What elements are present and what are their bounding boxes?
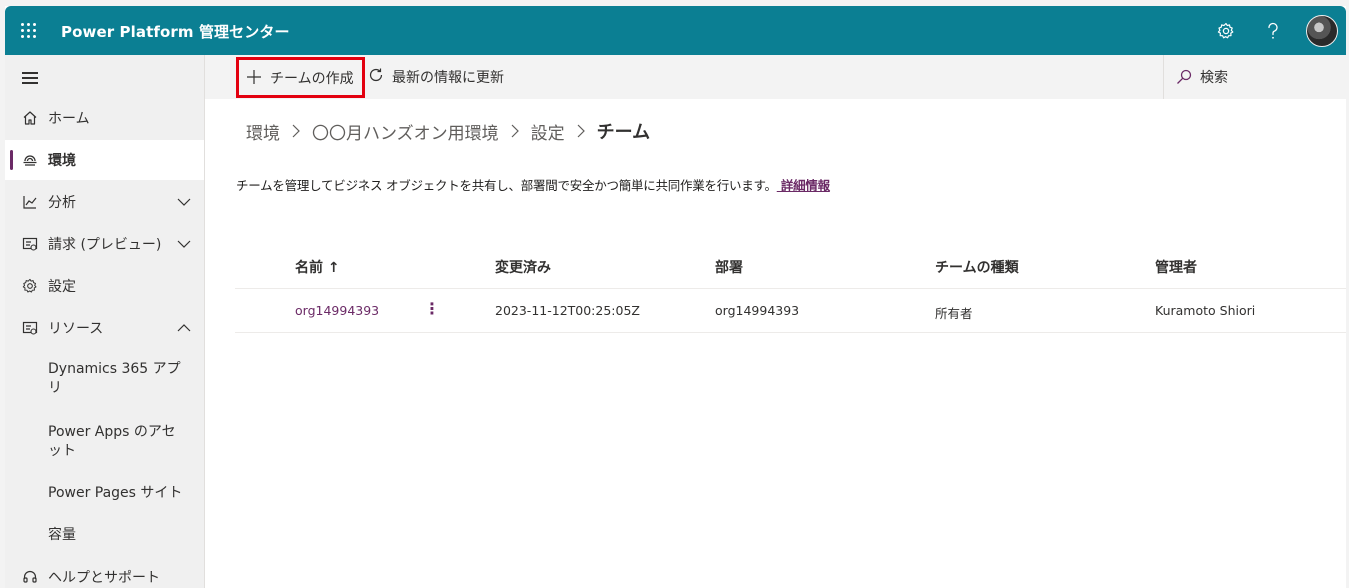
sidebar: ホーム 環境 分析 請求 (プレビュー) 設定 リソース Dynamics 36… (5, 55, 205, 588)
page-description: チームを管理してビジネス オブジェクトを共有し、部署間で安全かつ簡単に共同作業を… (236, 175, 830, 194)
sidebar-subitem-capacity[interactable]: 容量 (48, 526, 188, 545)
resources-icon (21, 319, 39, 337)
user-avatar[interactable] (1306, 15, 1338, 47)
gear-icon (21, 277, 39, 295)
sidebar-item-billing[interactable]: 請求 (プレビュー) (5, 224, 204, 264)
refresh-icon (368, 67, 384, 87)
page-title: チーム (596, 122, 651, 143)
cell-administrator: Kuramoto Shiori (1155, 303, 1256, 318)
home-icon (21, 109, 39, 127)
app-title[interactable]: Power Platform 管理センター (61, 21, 290, 42)
environment-icon (21, 151, 39, 169)
sidebar-item-label: 請求 (プレビュー) (48, 237, 162, 253)
billing-icon (21, 235, 39, 253)
column-header-team-type[interactable]: チームの種類 (935, 257, 1019, 277)
sidebar-item-label: リソース (48, 321, 104, 337)
chevron-right-icon (576, 124, 586, 138)
sidebar-item-resources[interactable]: リソース (5, 308, 204, 348)
analytics-icon (21, 193, 39, 211)
sidebar-item-home[interactable]: ホーム (5, 98, 204, 138)
search-label: 検索 (1200, 70, 1228, 86)
refresh-button[interactable]: 最新の情報に更新 (368, 55, 504, 99)
column-header-modified[interactable]: 変更済み (495, 257, 551, 277)
sidebar-item-label: 環境 (48, 153, 76, 169)
search-box[interactable]: 検索 (1163, 55, 1346, 99)
sidebar-item-label: ヘルプとサポート (48, 570, 160, 586)
sidebar-item-label: ホーム (48, 111, 90, 127)
breadcrumb-environment-name[interactable]: 〇〇月ハンズオン用環境 (312, 119, 499, 144)
sidebar-item-help-support[interactable]: ヘルプとサポート (5, 557, 204, 588)
command-bar: チームの作成 最新の情報に更新 検索 (205, 55, 1346, 99)
cell-business-unit: org14994393 (715, 303, 800, 318)
teams-table: 名前 ↑ 変更済み 部署 チームの種類 管理者 org14994393 ⋮ 20… (235, 245, 1346, 333)
gear-icon[interactable] (1214, 19, 1238, 43)
plus-icon (246, 69, 262, 85)
breadcrumb-settings[interactable]: 設定 (531, 119, 565, 144)
column-header-administrator[interactable]: 管理者 (1155, 257, 1197, 277)
cell-modified: 2023-11-12T00:25:05Z (495, 303, 640, 318)
app-header: Power Platform 管理センター (5, 6, 1346, 55)
chevron-down-icon[interactable] (177, 237, 191, 251)
sidebar-item-analytics[interactable]: 分析 (5, 182, 204, 222)
more-options-icon[interactable]: ⋮ (424, 298, 440, 320)
app-launcher-icon[interactable] (21, 23, 37, 39)
sidebar-item-label: 分析 (48, 195, 76, 211)
team-name-link[interactable]: org14994393 (295, 303, 379, 318)
sidebar-item-environments[interactable]: 環境 (5, 140, 204, 180)
chevron-up-icon[interactable] (177, 321, 191, 335)
column-header-business-unit[interactable]: 部署 (715, 257, 743, 277)
headset-icon (21, 568, 39, 586)
column-header-name[interactable]: 名前 ↑ (295, 257, 340, 277)
hamburger-menu-icon[interactable] (22, 72, 38, 84)
chevron-down-icon[interactable] (177, 195, 191, 209)
search-icon (1176, 69, 1192, 89)
learn-more-link[interactable]: 詳細情報 (777, 178, 830, 193)
sidebar-subitem-dynamics-apps[interactable]: Dynamics 365 アプリ (48, 360, 188, 398)
cell-team-type: 所有者 (935, 306, 973, 321)
breadcrumb-environments[interactable]: 環境 (246, 119, 280, 144)
sidebar-subitem-power-pages-sites[interactable]: Power Pages サイト (48, 484, 188, 503)
sidebar-item-label: 設定 (48, 279, 76, 295)
create-team-button[interactable]: チームの作成 (236, 57, 365, 98)
table-header: 名前 ↑ 変更済み 部署 チームの種類 管理者 (235, 245, 1346, 289)
table-row[interactable]: org14994393 ⋮ 2023-11-12T00:25:05Z org14… (235, 289, 1346, 333)
refresh-label: 最新の情報に更新 (392, 70, 504, 86)
chevron-right-icon (291, 124, 301, 138)
active-indicator (10, 150, 13, 170)
breadcrumb: 環境 〇〇月ハンズオン用環境 設定 チーム (246, 118, 650, 144)
create-team-label: チームの作成 (270, 70, 354, 87)
sidebar-item-settings[interactable]: 設定 (5, 266, 204, 306)
chevron-right-icon (510, 124, 520, 138)
sidebar-subitem-power-apps-assets[interactable]: Power Apps のアセット (48, 423, 188, 461)
help-icon[interactable] (1261, 19, 1285, 43)
description-text: チームを管理してビジネス オブジェクトを共有し、部署間で安全かつ簡単に共同作業を… (236, 178, 777, 193)
